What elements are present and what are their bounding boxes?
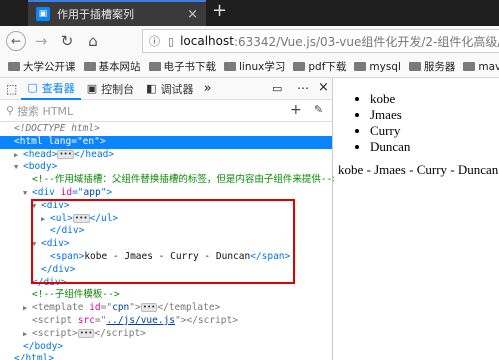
add-node-button[interactable]: + bbox=[290, 102, 302, 118]
ellipsis-badge[interactable]: ••• bbox=[77, 328, 95, 338]
page-icon: ▯ bbox=[168, 34, 175, 48]
list-item: Duncan bbox=[370, 139, 499, 155]
list-item: kobe bbox=[370, 91, 499, 107]
pick-element-icon[interactable]: ⬚ bbox=[6, 82, 17, 96]
debugger-icon: ◧ bbox=[146, 82, 157, 95]
close-devtools-icon[interactable]: × bbox=[318, 80, 329, 95]
address-bar[interactable]: ⓘ ▯ localhost:63342/Vue.js/03-vue组件化开发/2… bbox=[142, 29, 499, 53]
browser-tab[interactable]: ▣ 作用于插槽案列 × bbox=[28, 0, 206, 26]
tree-row-html-close[interactable]: </html> bbox=[0, 353, 332, 360]
frame-select-icon[interactable]: ▭ bbox=[272, 82, 282, 95]
bookmark-folder[interactable]: 服务器 bbox=[408, 59, 455, 74]
tab-close-icon[interactable]: × bbox=[187, 7, 198, 22]
page-info-icon[interactable]: ⓘ bbox=[149, 33, 160, 49]
bookmark-folder[interactable]: maven bbox=[463, 61, 499, 73]
bookmark-folder[interactable]: 电子书下载 bbox=[148, 59, 216, 74]
tree-row-comment[interactable]: <!--子组件模板--> bbox=[0, 289, 332, 302]
bookmark-folder[interactable]: 基本网站 bbox=[83, 59, 141, 74]
devtools-toolbar: ⬚ ▢ 查看器 ▣ 控制台 ◧ 调试器 » ▭ ⋯ × bbox=[0, 78, 332, 100]
tree-row-head[interactable]: ▶ <head> ••• </head> bbox=[0, 149, 332, 162]
folder-icon bbox=[354, 62, 367, 71]
tree-row-script[interactable]: <script src="../js/vue.js"></script> bbox=[0, 315, 332, 328]
bookmark-folder[interactable]: 大学公开课 bbox=[8, 59, 76, 74]
bookmarks-bar: 大学公开课 基本网站 电子书下载 linux学习 pdf下载 mysql 服务器… bbox=[0, 56, 499, 78]
eyedropper-icon[interactable]: ✎ bbox=[314, 103, 323, 116]
tab-title: 作用于插槽案列 bbox=[57, 8, 134, 21]
tab-favicon-icon: ▣ bbox=[36, 7, 50, 21]
forward-icon[interactable]: → bbox=[30, 30, 52, 52]
new-tab-button[interactable]: + bbox=[212, 0, 227, 21]
tab-debugger[interactable]: ◧ 调试器 bbox=[140, 78, 199, 100]
bookmark-folder[interactable]: pdf下载 bbox=[293, 59, 346, 74]
rendered-page: kobe Jmaes Curry Duncan kobe - Jmaes - C… bbox=[334, 78, 499, 360]
folder-icon bbox=[8, 62, 20, 71]
browser-tab-bar: ▣ 作用于插槽案列 × + bbox=[0, 0, 499, 26]
folder-icon bbox=[148, 62, 161, 71]
console-icon: ▣ bbox=[86, 82, 98, 95]
highlight-box bbox=[31, 199, 295, 284]
search-input[interactable]: 搜索 HTML bbox=[17, 103, 73, 119]
collapse-icon[interactable]: ▼ bbox=[14, 161, 23, 174]
bookmark-folder[interactable]: linux学习 bbox=[224, 59, 285, 74]
joined-names-text: kobe - Jmaes - Curry - Duncan bbox=[338, 162, 499, 177]
home-icon[interactable]: ⌂ bbox=[82, 30, 104, 52]
folder-icon bbox=[83, 62, 96, 71]
menu-icon[interactable]: ⋯ bbox=[297, 81, 309, 95]
tree-row-body[interactable]: ▼ <body> bbox=[0, 161, 332, 174]
tree-row-body-close[interactable]: </body> bbox=[0, 341, 332, 354]
list-item: Curry bbox=[370, 123, 499, 139]
tree-row-doctype[interactable]: <!DOCTYPE html> bbox=[0, 123, 332, 136]
navigation-bar: ← → ↻ ⌂ ⓘ ▯ localhost:63342/Vue.js/03-vu… bbox=[0, 26, 499, 56]
reload-icon[interactable]: ↻ bbox=[56, 30, 78, 52]
url-path: :63342/Vue.js/03-vue组件化开发/2-组件化高级/03-作 bbox=[233, 34, 499, 49]
folder-icon bbox=[293, 62, 306, 71]
list-item: Jmaes bbox=[370, 107, 499, 123]
html-search[interactable]: ⚲ 搜索 HTML + ✎ bbox=[0, 100, 332, 122]
name-list: kobe Jmaes Curry Duncan bbox=[334, 91, 499, 155]
url-host: localhost bbox=[180, 34, 234, 48]
inspector-icon: ▢ bbox=[27, 81, 38, 94]
folder-icon bbox=[224, 62, 236, 71]
folder-icon bbox=[408, 62, 421, 71]
tree-row-html[interactable]: <html lang="en"> bbox=[0, 135, 332, 149]
back-icon[interactable]: ← bbox=[6, 31, 26, 51]
ellipsis-badge[interactable]: ••• bbox=[140, 303, 158, 313]
folder-icon bbox=[463, 62, 476, 71]
search-icon: ⚲ bbox=[6, 104, 15, 117]
tab-inspector[interactable]: ▢ 查看器 bbox=[21, 78, 81, 100]
tree-row-script[interactable]: ▶ <script> ••• </script> bbox=[0, 328, 332, 341]
more-tabs-icon[interactable]: » bbox=[204, 81, 212, 96]
bookmark-folder[interactable]: mysql bbox=[354, 61, 401, 73]
ellipsis-badge[interactable]: ••• bbox=[57, 149, 74, 159]
expand-icon[interactable]: ▶ bbox=[14, 149, 23, 162]
expand-icon[interactable]: ▶ bbox=[23, 302, 32, 315]
tab-console[interactable]: ▣ 控制台 bbox=[81, 78, 140, 100]
tree-row-template[interactable]: ▶ <template id="cpn"> ••• </template> bbox=[0, 302, 332, 315]
tree-row-comment[interactable]: <!--作用域插槽：父组件替换插槽的标签，但是内容由子组件来提供--> bbox=[0, 174, 338, 187]
expand-icon[interactable]: ▶ bbox=[23, 328, 32, 341]
collapse-icon[interactable]: ▼ bbox=[23, 187, 32, 200]
tree-row-app-div[interactable]: ▼ <div id="app"> bbox=[0, 187, 332, 200]
devtools-panel: ⬚ ▢ 查看器 ▣ 控制台 ◧ 调试器 » ▭ ⋯ × ⚲ 搜索 HTML + ✎ <… bbox=[0, 78, 338, 360]
